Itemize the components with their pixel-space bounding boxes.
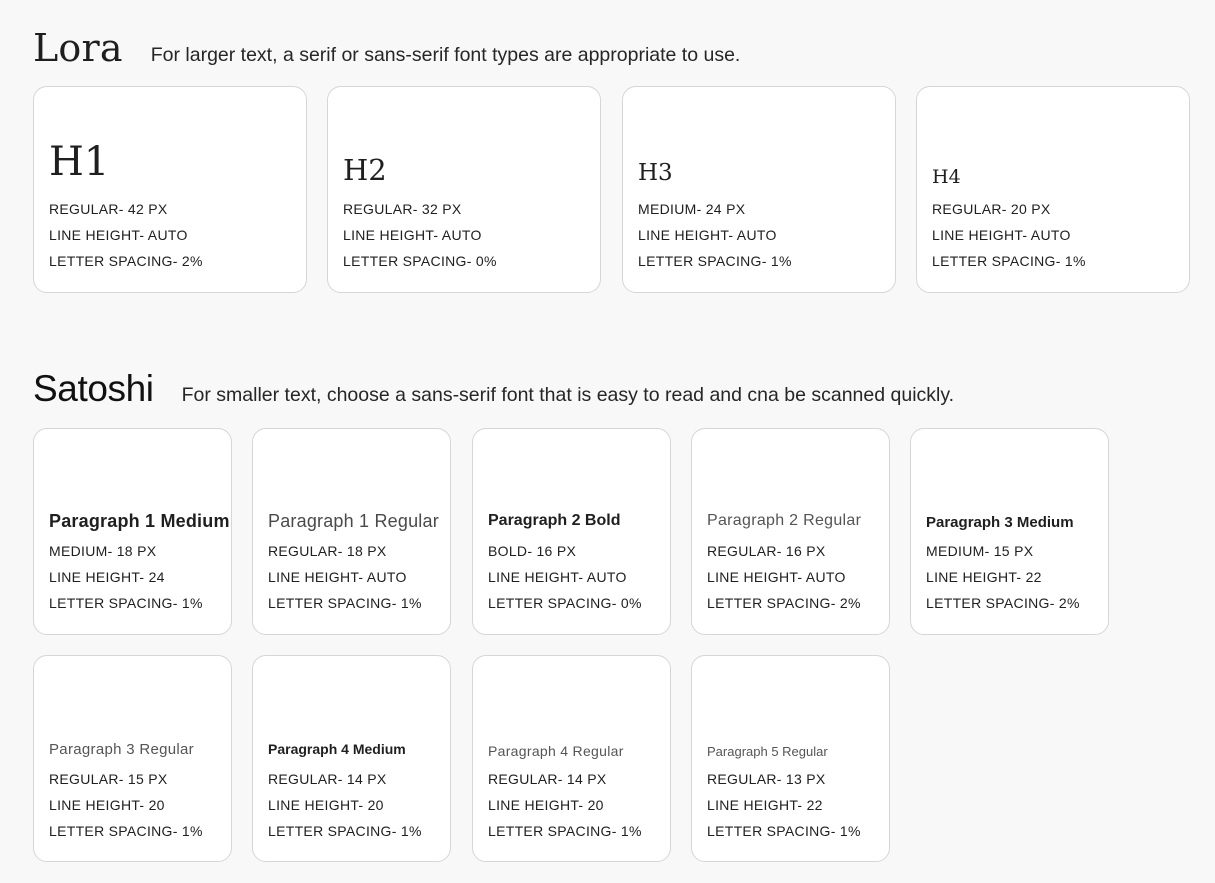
- type-spec-weight-size: REGULAR- 20 PX: [932, 201, 1051, 217]
- type-spec-weight-size: REGULAR- 13 PX: [707, 771, 826, 787]
- type-card-paragraph-4-medium: Paragraph 4 Medium REGULAR- 14 PX LINE H…: [252, 655, 451, 862]
- type-spec-line-height: LINE HEIGHT- AUTO: [343, 227, 482, 243]
- type-sample-title: Paragraph 1 Medium: [49, 511, 230, 531]
- type-spec-line-height: LINE HEIGHT- 24: [49, 569, 165, 585]
- lora-description: For larger text, a serif or sans-serif f…: [150, 44, 741, 66]
- type-spec-line-height: LINE HEIGHT- AUTO: [707, 569, 846, 585]
- type-card-h1: H1 REGULAR- 42 PX LINE HEIGHT- AUTO LETT…: [33, 86, 307, 293]
- type-sample-title: Paragraph 4 Medium: [268, 741, 406, 757]
- type-spec-weight-size: MEDIUM- 15 PX: [926, 543, 1034, 559]
- type-spec-line-height: LINE HEIGHT- 22: [926, 569, 1042, 585]
- type-sample-title: Paragraph 5 Regular: [707, 744, 828, 759]
- type-spec-weight-size: REGULAR- 16 PX: [707, 543, 826, 559]
- type-card-paragraph-3-medium: Paragraph 3 Medium MEDIUM- 15 PX LINE HE…: [910, 428, 1109, 635]
- type-sample-title: H3: [638, 160, 673, 186]
- type-spec-letter-spacing: LETTER SPACING- 0%: [343, 253, 497, 269]
- type-spec-letter-spacing: LETTER SPACING- 2%: [926, 595, 1080, 611]
- type-spec-letter-spacing: LETTER SPACING- 2%: [49, 253, 203, 269]
- type-spec-line-height: LINE HEIGHT- AUTO: [49, 227, 188, 243]
- type-sample-title: Paragraph 3 Regular: [49, 741, 194, 758]
- type-spec-letter-spacing: LETTER SPACING- 2%: [707, 595, 861, 611]
- type-spec-letter-spacing: LETTER SPACING- 1%: [49, 595, 203, 611]
- type-spec-weight-size: REGULAR- 14 PX: [488, 771, 607, 787]
- type-spec-letter-spacing: LETTER SPACING- 1%: [932, 253, 1086, 269]
- type-spec-letter-spacing: LETTER SPACING- 1%: [268, 595, 422, 611]
- type-sample-title: Paragraph 1 Regular: [268, 511, 439, 531]
- type-spec-weight-size: REGULAR- 42 PX: [49, 201, 168, 217]
- type-card-paragraph-1-medium: Paragraph 1 Medium MEDIUM- 18 PX LINE HE…: [33, 428, 232, 635]
- type-spec-letter-spacing: LETTER SPACING- 0%: [488, 595, 642, 611]
- type-card-paragraph-5-regular: Paragraph 5 Regular REGULAR- 13 PX LINE …: [691, 655, 890, 862]
- type-spec-letter-spacing: LETTER SPACING- 1%: [488, 823, 642, 839]
- type-sample-title: Paragraph 3 Medium: [926, 514, 1074, 531]
- type-spec-weight-size: REGULAR- 15 PX: [49, 771, 168, 787]
- type-spec-line-height: LINE HEIGHT- 20: [49, 797, 165, 813]
- type-spec-weight-size: MEDIUM- 24 PX: [638, 201, 746, 217]
- type-spec-line-height: LINE HEIGHT- 20: [488, 797, 604, 813]
- type-card-h2: H2 REGULAR- 32 PX LINE HEIGHT- AUTO LETT…: [327, 86, 601, 293]
- type-sample-title: Paragraph 4 Regular: [488, 743, 624, 759]
- lora-section-header: Lora For larger text, a serif or sans-se…: [33, 26, 740, 70]
- satoshi-section-header: Satoshi For smaller text, choose a sans-…: [33, 368, 954, 410]
- type-card-h3: H3 MEDIUM- 24 PX LINE HEIGHT- AUTO LETTE…: [622, 86, 896, 293]
- type-card-paragraph-1-regular: Paragraph 1 Regular REGULAR- 18 PX LINE …: [252, 428, 451, 635]
- type-card-paragraph-2-regular: Paragraph 2 Regular REGULAR- 16 PX LINE …: [691, 428, 890, 635]
- type-sample-title: H4: [932, 166, 961, 188]
- type-spec-line-height: LINE HEIGHT- AUTO: [638, 227, 777, 243]
- lora-font-name: Lora: [33, 26, 123, 70]
- type-spec-letter-spacing: LETTER SPACING- 1%: [49, 823, 203, 839]
- type-sample-title: H2: [343, 153, 387, 187]
- type-spec-weight-size: REGULAR- 32 PX: [343, 201, 462, 217]
- type-spec-weight-size: REGULAR- 18 PX: [268, 543, 387, 559]
- type-spec-letter-spacing: LETTER SPACING- 1%: [638, 253, 792, 269]
- type-card-paragraph-2-bold: Paragraph 2 Bold BOLD- 16 PX LINE HEIGHT…: [472, 428, 671, 635]
- type-spec-line-height: LINE HEIGHT- AUTO: [488, 569, 627, 585]
- type-spec-weight-size: REGULAR- 14 PX: [268, 771, 387, 787]
- satoshi-font-name: Satoshi: [33, 368, 154, 409]
- type-spec-weight-size: MEDIUM- 18 PX: [49, 543, 157, 559]
- type-spec-line-height: LINE HEIGHT- 22: [707, 797, 823, 813]
- type-card-paragraph-4-regular: Paragraph 4 Regular REGULAR- 14 PX LINE …: [472, 655, 671, 862]
- type-card-paragraph-3-regular: Paragraph 3 Regular REGULAR- 15 PX LINE …: [33, 655, 232, 862]
- type-spec-weight-size: BOLD- 16 PX: [488, 543, 577, 559]
- type-sample-title: H1: [49, 139, 110, 185]
- type-sample-title: Paragraph 2 Regular: [707, 512, 862, 529]
- type-spec-line-height: LINE HEIGHT- 20: [268, 797, 384, 813]
- type-spec-line-height: LINE HEIGHT- AUTO: [268, 569, 407, 585]
- type-spec-line-height: LINE HEIGHT- AUTO: [932, 227, 1071, 243]
- type-spec-letter-spacing: LETTER SPACING- 1%: [707, 823, 861, 839]
- type-spec-letter-spacing: LETTER SPACING- 1%: [268, 823, 422, 839]
- type-card-h4: H4 REGULAR- 20 PX LINE HEIGHT- AUTO LETT…: [916, 86, 1190, 293]
- satoshi-description: For smaller text, choose a sans-serif fo…: [181, 384, 955, 406]
- type-sample-title: Paragraph 2 Bold: [488, 512, 621, 529]
